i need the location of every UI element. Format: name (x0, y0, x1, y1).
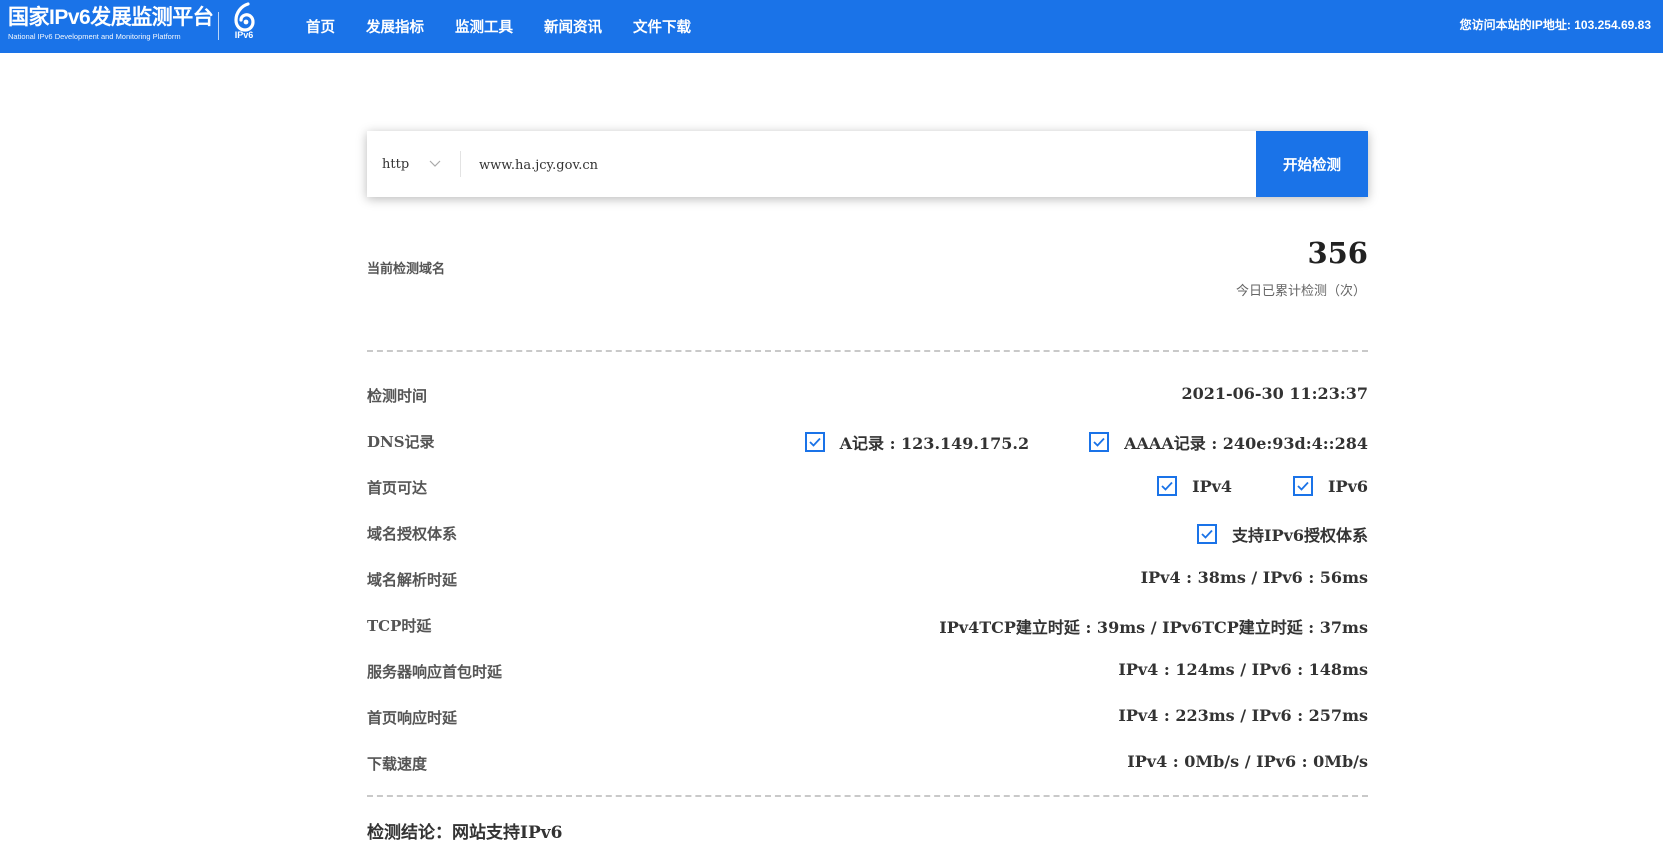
dashed-divider (367, 795, 1368, 797)
result-row-page: 首页响应时延 IPv4 : 223ms / IPv6 : 257ms (367, 702, 1368, 732)
dns-label: DNS记录 (367, 433, 435, 451)
result-row-resolve: 域名解析时延 IPv4 : 38ms / IPv6 : 56ms (367, 564, 1368, 594)
home-reach-value: IPv4 IPv6 (1157, 476, 1368, 496)
auth-label: 域名授权体系 (367, 525, 458, 543)
home-ipv4: IPv4 (1192, 476, 1233, 496)
checkbox-checked-icon (1157, 476, 1178, 496)
brand-divider (218, 12, 219, 40)
result-row-download: 下载速度 IPv4 : 0Mb/s / IPv6 : 0Mb/s (367, 748, 1368, 778)
nav-monitor-tools[interactable]: 监测工具 (455, 16, 513, 37)
download-label: 下载速度 (367, 755, 428, 773)
time-label: 检测时间 (367, 387, 428, 405)
result-row-server: 服务器响应首包时延 IPv4 : 124ms / IPv6 : 148ms (367, 656, 1368, 686)
nav-downloads[interactable]: 文件下载 (633, 16, 691, 37)
nav-home[interactable]: 首页 (306, 16, 335, 37)
download-value: IPv4 : 0Mb/s / IPv6 : 0Mb/s (1127, 752, 1368, 771)
auth-value: 支持IPv6授权体系 (1197, 522, 1368, 546)
current-domain-label: 当前检测域名 (367, 262, 446, 277)
check-conclusion: 检测结论：网站支持IPv6 (367, 823, 563, 843)
tcp-value: IPv4TCP建立时延 : 39ms / IPv6TCP建立时延 : 37ms (939, 618, 1368, 637)
auth-value-text: 支持IPv6授权体系 (1232, 526, 1368, 545)
checkbox-checked-icon (1293, 476, 1314, 496)
protocol-select[interactable]: http (382, 131, 441, 197)
nav-dev-indicators[interactable]: 发展指标 (366, 16, 424, 37)
resolve-value: IPv4 : 38ms / IPv6 : 56ms (1140, 568, 1368, 587)
brand-link[interactable]: 国家IPv6发展监测平台 National IPv6 Development a… (8, 6, 214, 41)
result-row-auth: 域名授权体系 支持IPv6授权体系 (367, 518, 1368, 548)
dns-a-record: A记录 : 123.149.175.2 (839, 434, 1030, 453)
result-row-home-reach: 首页可达 IPv4 IPv6 (367, 472, 1368, 502)
time-value: 2021-06-30 11:23:37 (1181, 384, 1368, 403)
ipv6-logo-text: IPv6 (234, 30, 254, 40)
chevron-down-icon (429, 157, 441, 171)
page-value: IPv4 : 223ms / IPv6 : 257ms (1118, 706, 1368, 725)
home-reach-label: 首页可达 (367, 479, 428, 497)
protocol-divider (460, 151, 461, 177)
checkbox-checked-icon (1197, 524, 1218, 544)
dns-value: A记录 : 123.149.175.2 AAAA记录 : 240e:93d:4:… (804, 430, 1368, 454)
visitor-ip-info: 您访问本站的IP地址: 103.254.69.83 (1459, 18, 1651, 32)
result-row-tcp: TCP时延 IPv4TCP建立时延 : 39ms / IPv6TCP建立时延 :… (367, 610, 1368, 640)
dashed-divider (367, 350, 1368, 352)
server-label: 服务器响应首包时延 (367, 663, 503, 681)
protocol-value: http (382, 156, 410, 172)
checkbox-checked-icon (804, 432, 825, 452)
nav-news[interactable]: 新闻资讯 (544, 16, 602, 37)
result-row-time: 检测时间 2021-06-30 11:23:37 (367, 380, 1368, 410)
server-value: IPv4 : 124ms / IPv6 : 148ms (1118, 660, 1368, 679)
today-check-count: 356 (1307, 236, 1368, 270)
ipv6-logo-icon (234, 2, 255, 32)
checkbox-checked-icon (1089, 432, 1110, 452)
main-nav: 首页 发展指标 监测工具 新闻资讯 文件下载 (306, 0, 722, 53)
dns-aaaa-record: AAAA记录 : 240e:93d:4::284 (1124, 434, 1368, 453)
ipv6-logo: IPv6 (230, 2, 258, 48)
resolve-label: 域名解析时延 (367, 571, 458, 589)
tcp-label: TCP时延 (367, 617, 432, 635)
result-row-dns: DNS记录 A记录 : 123.149.175.2 AAAA记录 : 240e:… (367, 426, 1368, 456)
home-ipv6: IPv6 (1328, 476, 1368, 496)
today-check-count-label: 今日已累计检测（次） (1235, 284, 1366, 299)
domain-search-bar: http 开始检测 (367, 131, 1368, 197)
page-label: 首页响应时延 (367, 709, 458, 727)
brand-subtitle: National IPv6 Development and Monitoring… (8, 32, 181, 41)
top-navbar: 国家IPv6发展监测平台 National IPv6 Development a… (0, 0, 1663, 53)
brand-title: 国家IPv6发展监测平台 (8, 6, 214, 29)
domain-input[interactable] (477, 149, 1181, 181)
start-check-button[interactable]: 开始检测 (1256, 131, 1368, 197)
